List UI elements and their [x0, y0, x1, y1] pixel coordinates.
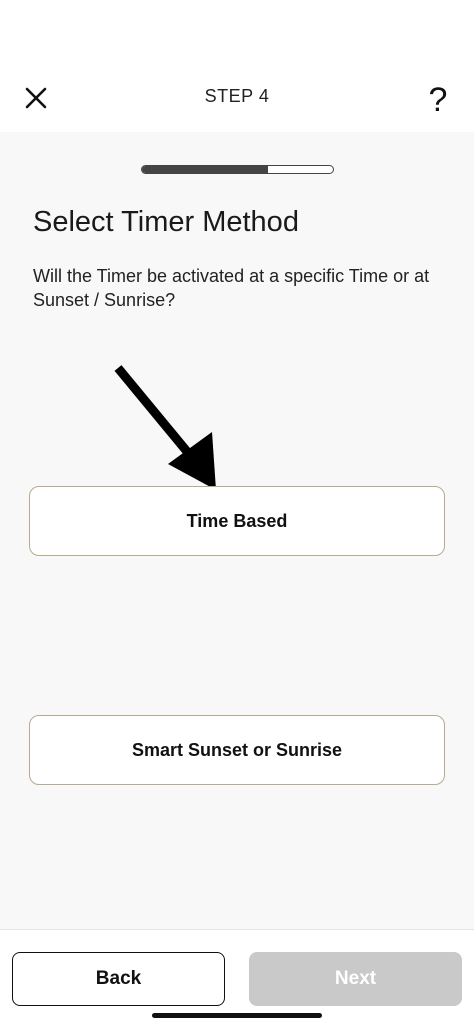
back-button[interactable]: Back	[12, 952, 225, 1006]
progress-fill	[142, 166, 269, 173]
help-icon: ?	[428, 81, 448, 119]
next-button[interactable]: Next	[249, 952, 462, 1006]
progress-bar	[141, 165, 334, 174]
question-text: Will the Timer be activated at a specifi…	[33, 266, 430, 310]
smart-sunset-sunrise-option-button[interactable]: Smart Sunset or Sunrise	[29, 715, 445, 785]
help-button[interactable]: ?	[424, 80, 452, 120]
step-title: STEP 4	[204, 86, 270, 106]
top-bar: STEP 4 ?	[0, 0, 474, 132]
bottom-bar: Back Next	[0, 929, 474, 1027]
time-based-option-button[interactable]: Time Based	[29, 486, 445, 556]
main-content: Select Timer Method Will the Timer be ac…	[0, 132, 474, 929]
arrow-down-right-icon	[114, 365, 216, 490]
page-title: Select Timer Method	[33, 206, 299, 238]
home-indicator	[152, 1013, 322, 1018]
